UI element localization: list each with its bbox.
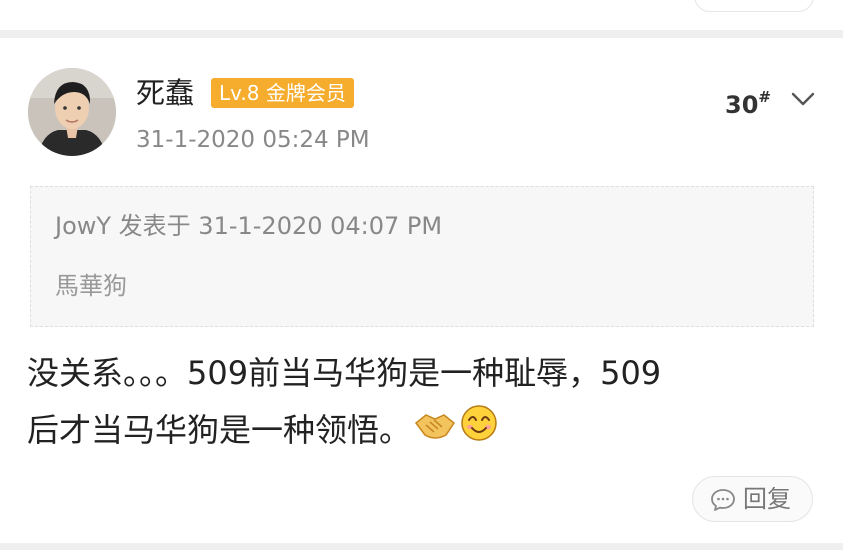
previous-post-bottom <box>0 0 843 30</box>
floor-number: 30# <box>725 85 771 119</box>
previous-reply-button[interactable] <box>694 0 814 12</box>
post-timestamp: 31-1-2020 05:24 PM <box>136 127 370 153</box>
content-line-2-text: 后才当马华狗是一种领悟。 <box>27 411 412 449</box>
floor-value: 30 <box>725 91 759 119</box>
username[interactable]: 死蠢 <box>136 76 194 110</box>
quote-block[interactable]: JowY 发表于 31-1-2020 04:07 PM 馬華狗 <box>30 186 814 327</box>
content-line-2: 后才当马华狗是一种领悟。 <box>27 402 807 461</box>
content-line-1: 没关系。。。509前当马华狗是一种耻辱，509 <box>27 354 662 392</box>
reply-button[interactable]: 回复 <box>692 476 813 522</box>
member-level-badge: Lv.8 金牌会员 <box>211 78 354 108</box>
handshake-emoji <box>413 404 457 461</box>
floor-mark: # <box>758 88 771 106</box>
quote-meta: JowY 发表于 31-1-2020 04:07 PM <box>55 212 443 240</box>
post-card: 死蠢 Lv.8 金牌会员 31-1-2020 05:24 PM 30# JowY… <box>0 38 843 543</box>
avatar[interactable] <box>28 68 116 156</box>
smile-emoji <box>459 403 499 461</box>
quote-text: 馬華狗 <box>55 272 127 300</box>
reply-label: 回复 <box>743 485 791 513</box>
chevron-down-icon[interactable] <box>789 86 817 110</box>
comment-icon <box>710 488 736 512</box>
post-content: 没关系。。。509前当马华狗是一种耻辱，509 后才当马华狗是一种领悟。 <box>27 345 807 461</box>
